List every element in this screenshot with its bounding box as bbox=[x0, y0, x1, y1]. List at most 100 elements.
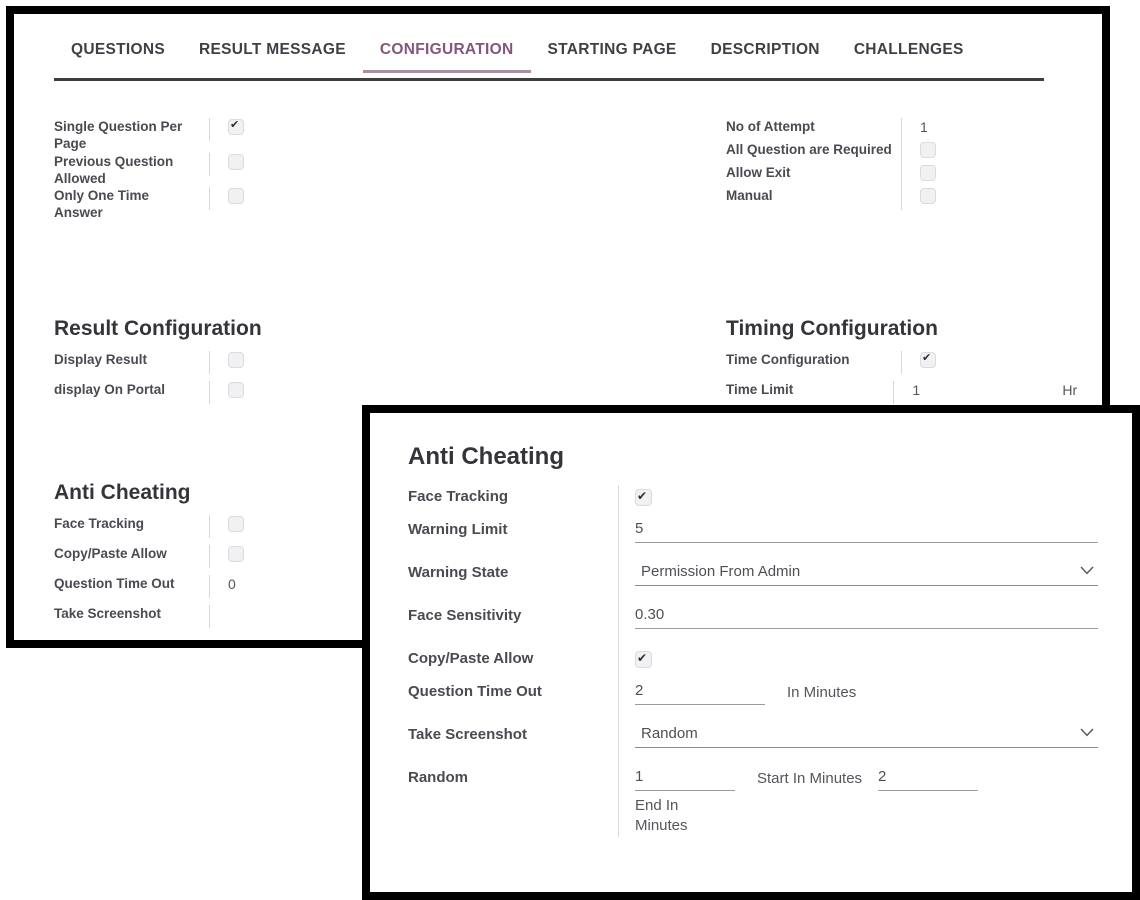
setting-value bbox=[209, 545, 374, 568]
tab-label: RESULT MESSAGE bbox=[199, 41, 346, 58]
setting-value bbox=[209, 381, 354, 404]
setting-value bbox=[209, 605, 374, 628]
modal-label: Warning Limit bbox=[408, 518, 618, 540]
time-configuration-checkbox[interactable] bbox=[920, 352, 936, 368]
setting-row: Face Tracking bbox=[54, 515, 374, 545]
setting-label: No of Attempt bbox=[726, 118, 901, 135]
setting-label: Only One Time Answer bbox=[54, 187, 209, 222]
setting-label: Time Limit bbox=[726, 381, 893, 398]
setting-row: Display Result bbox=[54, 351, 354, 381]
random-end-unit-line2: Minutes bbox=[635, 816, 1098, 836]
modal-face-tracking-checkbox[interactable] bbox=[635, 489, 652, 506]
previous-question-allowed-checkbox[interactable] bbox=[228, 154, 244, 170]
setting-label: Face Tracking bbox=[54, 515, 209, 532]
setting-label: display On Portal bbox=[54, 381, 209, 398]
warning-limit-input[interactable] bbox=[635, 518, 1098, 543]
modal-value: Random bbox=[618, 723, 1098, 766]
tab-challenges[interactable]: CHALLENGES bbox=[837, 38, 981, 70]
copy-paste-allow-checkbox[interactable] bbox=[228, 546, 244, 562]
modal-row-question-timeout: Question Time Out In Minutes bbox=[408, 680, 1098, 723]
face-tracking-checkbox[interactable] bbox=[228, 516, 244, 532]
modal-value: Start In Minutes End In Minutes bbox=[618, 766, 1098, 837]
modal-label: Copy/Paste Allow bbox=[408, 647, 618, 669]
setting-row: All Question are Required bbox=[726, 141, 1056, 164]
setting-row: Copy/Paste Allow bbox=[54, 545, 374, 575]
modal-row-face-tracking: Face Tracking bbox=[408, 485, 1098, 518]
time-limit-hours-value[interactable]: 1 bbox=[912, 381, 1062, 400]
setting-value bbox=[209, 187, 354, 210]
allow-exit-checkbox[interactable] bbox=[920, 165, 936, 181]
setting-value bbox=[209, 515, 374, 538]
take-screenshot-select[interactable]: Random bbox=[635, 723, 1098, 748]
setting-label: Take Screenshot bbox=[54, 605, 209, 622]
setting-value bbox=[209, 153, 354, 176]
modal-copy-paste-allow-checkbox[interactable] bbox=[635, 651, 652, 668]
manual-checkbox[interactable] bbox=[920, 188, 936, 204]
single-question-per-page-checkbox[interactable] bbox=[228, 119, 244, 135]
random-start-input[interactable] bbox=[635, 766, 735, 791]
setting-value bbox=[901, 187, 1056, 210]
tab-label: CHALLENGES bbox=[854, 41, 964, 58]
setting-label: Single Question Per Page bbox=[54, 118, 209, 153]
no-of-attempt-value[interactable]: 1 bbox=[920, 118, 928, 137]
setting-value bbox=[901, 141, 1056, 164]
setting-label: Copy/Paste Allow bbox=[54, 545, 209, 562]
setting-row: Only One Time Answer bbox=[54, 187, 354, 222]
modal-label: Take Screenshot bbox=[408, 723, 618, 745]
tab-starting-page[interactable]: STARTING PAGE bbox=[531, 38, 694, 70]
anti-cheating-section: Anti Cheating Face Tracking Copy/Paste A… bbox=[54, 480, 374, 635]
modal-label: Warning State bbox=[408, 561, 618, 583]
modal-title: Anti Cheating bbox=[408, 443, 564, 471]
tab-configuration[interactable]: CONFIGURATION bbox=[363, 38, 531, 70]
modal-form: Face Tracking Warning Limit Warning Stat… bbox=[408, 485, 1098, 837]
tab-questions[interactable]: QUESTIONS bbox=[54, 38, 182, 70]
result-configuration-section: Result Configuration Display Result disp… bbox=[54, 316, 354, 411]
tab-label: DESCRIPTION bbox=[711, 41, 820, 58]
setting-label: Allow Exit bbox=[726, 164, 901, 181]
anti-cheating-modal: Anti Cheating Face Tracking Warning Limi… bbox=[362, 405, 1140, 900]
setting-label: Display Result bbox=[54, 351, 209, 368]
tab-description[interactable]: DESCRIPTION bbox=[694, 38, 837, 70]
modal-value bbox=[618, 647, 1098, 680]
setting-value: 1 Hr 30 bbox=[893, 381, 1102, 404]
tab-bar: QUESTIONS RESULT MESSAGE CONFIGURATION S… bbox=[54, 38, 1044, 81]
setting-row: Manual bbox=[726, 187, 1056, 210]
random-end-unit-label: End In Minutes bbox=[635, 791, 1098, 837]
modal-row-take-screenshot: Take Screenshot Random bbox=[408, 723, 1098, 766]
tab-label: STARTING PAGE bbox=[548, 41, 677, 58]
question-time-out-input[interactable] bbox=[635, 680, 765, 705]
modal-value bbox=[618, 485, 1098, 518]
modal-label: Face Sensitivity bbox=[408, 604, 618, 626]
setting-label: Manual bbox=[726, 187, 901, 204]
random-end-input[interactable] bbox=[878, 766, 978, 791]
display-result-checkbox[interactable] bbox=[228, 352, 244, 368]
setting-label: All Question are Required bbox=[726, 141, 901, 158]
setting-row: Question Time Out 0 bbox=[54, 575, 374, 605]
setting-row: Take Screenshot bbox=[54, 605, 374, 635]
modal-label: Random bbox=[408, 766, 618, 788]
setting-value: 1 bbox=[901, 118, 1056, 141]
tab-result-message[interactable]: RESULT MESSAGE bbox=[182, 38, 363, 70]
all-question-required-checkbox[interactable] bbox=[920, 142, 936, 158]
anti-cheating-modal-content: Anti Cheating Face Tracking Warning Limi… bbox=[370, 413, 1132, 892]
general-settings-right: No of Attempt 1 All Question are Require… bbox=[726, 118, 1056, 210]
tab-label: CONFIGURATION bbox=[380, 41, 514, 58]
time-limit-hour-unit-label: Hr bbox=[1062, 381, 1102, 400]
result-configuration-title: Result Configuration bbox=[54, 316, 354, 341]
question-time-out-value[interactable]: 0 bbox=[228, 575, 236, 594]
modal-row-warning-state: Warning State Permission From Admin bbox=[408, 561, 1098, 604]
display-on-portal-checkbox[interactable] bbox=[228, 382, 244, 398]
setting-value bbox=[209, 351, 354, 374]
setting-value bbox=[901, 351, 1102, 374]
setting-row: Allow Exit bbox=[726, 164, 1056, 187]
setting-row: Single Question Per Page bbox=[54, 118, 354, 153]
tab-label: QUESTIONS bbox=[71, 41, 165, 58]
warning-state-select[interactable]: Permission From Admin bbox=[635, 561, 1098, 586]
modal-row-random: Random Start In Minutes End In Minutes bbox=[408, 766, 1098, 837]
setting-row: display On Portal bbox=[54, 381, 354, 411]
question-time-out-unit-label: In Minutes bbox=[765, 680, 856, 703]
setting-value bbox=[209, 118, 354, 141]
face-sensitivity-input[interactable] bbox=[635, 604, 1098, 629]
setting-row: Previous Question Allowed bbox=[54, 153, 354, 188]
only-one-time-answer-checkbox[interactable] bbox=[228, 188, 244, 204]
